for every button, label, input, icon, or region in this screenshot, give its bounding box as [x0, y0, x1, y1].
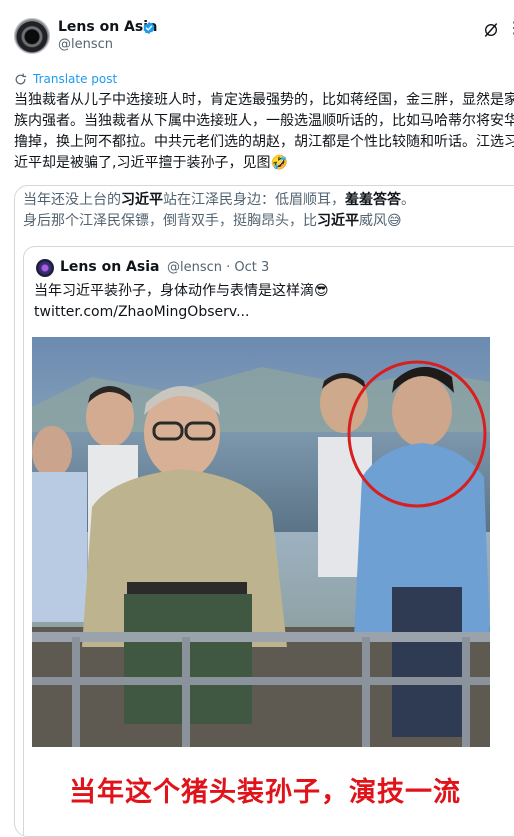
quote-line2-name: 习近平 [317, 213, 359, 229]
quote-line1-name: 习近平 [121, 192, 163, 208]
post-text: 当独裁者从儿子中选接班人时，肯定选最强势的，比如蒋经国，金三胖，显然是家族内强者… [14, 92, 514, 171]
translate-post-link[interactable]: Translate post [14, 72, 117, 86]
translate-post-label[interactable]: Translate post [33, 72, 117, 86]
grok-icon[interactable] [483, 22, 499, 38]
attached-image[interactable]: 当年这个猪头装孙子，演技一流 [24, 337, 514, 817]
quote-line1-bold: 羞羞答答 [345, 192, 401, 208]
quote-line2-b: 威风😅 [359, 213, 402, 229]
inner-author-meta: @lenscn · Oct 3 [167, 260, 270, 275]
image-caption: 当年这个猪头装孙子，演技一流 [69, 777, 461, 808]
more-icon[interactable]: ⋮ [506, 20, 514, 36]
photo [32, 337, 490, 747]
quoted-post-card[interactable]: 当年还没上台的习近平站在江泽民身边：低眉顺耳，羞羞答答。 身后那个江泽民保镖，倒… [14, 185, 514, 837]
quote-line1-a: 当年还没上台的 [23, 192, 121, 208]
quote-line1-c: 。 [401, 192, 415, 208]
quote-line1-b: 站在江泽民身边：低眉顺耳， [163, 192, 345, 208]
quote-line2-a: 身后那个江泽民保镖，倒背双手，挺胸昂头，比 [23, 213, 317, 229]
verified-badge-icon [143, 21, 155, 35]
inner-author-name[interactable]: Lens on Asia [60, 259, 159, 275]
author-handle: @lenscn [58, 37, 114, 52]
nested-quoted-post[interactable]: Lens on Asia @lenscn · Oct 3 当年习近平装孙子，身体… [23, 246, 514, 836]
translate-icon [15, 72, 27, 84]
author-avatar[interactable] [14, 18, 50, 54]
quote-comment: 当年还没上台的习近平站在江泽民身边：低眉顺耳，羞羞答答。 身后那个江泽民保镖，倒… [23, 190, 514, 232]
inner-author-avatar[interactable] [36, 259, 54, 277]
inner-post-text: 当年习近平装孙子，身体动作与表情是这样滴😎 [34, 283, 329, 299]
inner-post-link[interactable]: twitter.com/ZhaoMingObserv... [34, 302, 249, 323]
